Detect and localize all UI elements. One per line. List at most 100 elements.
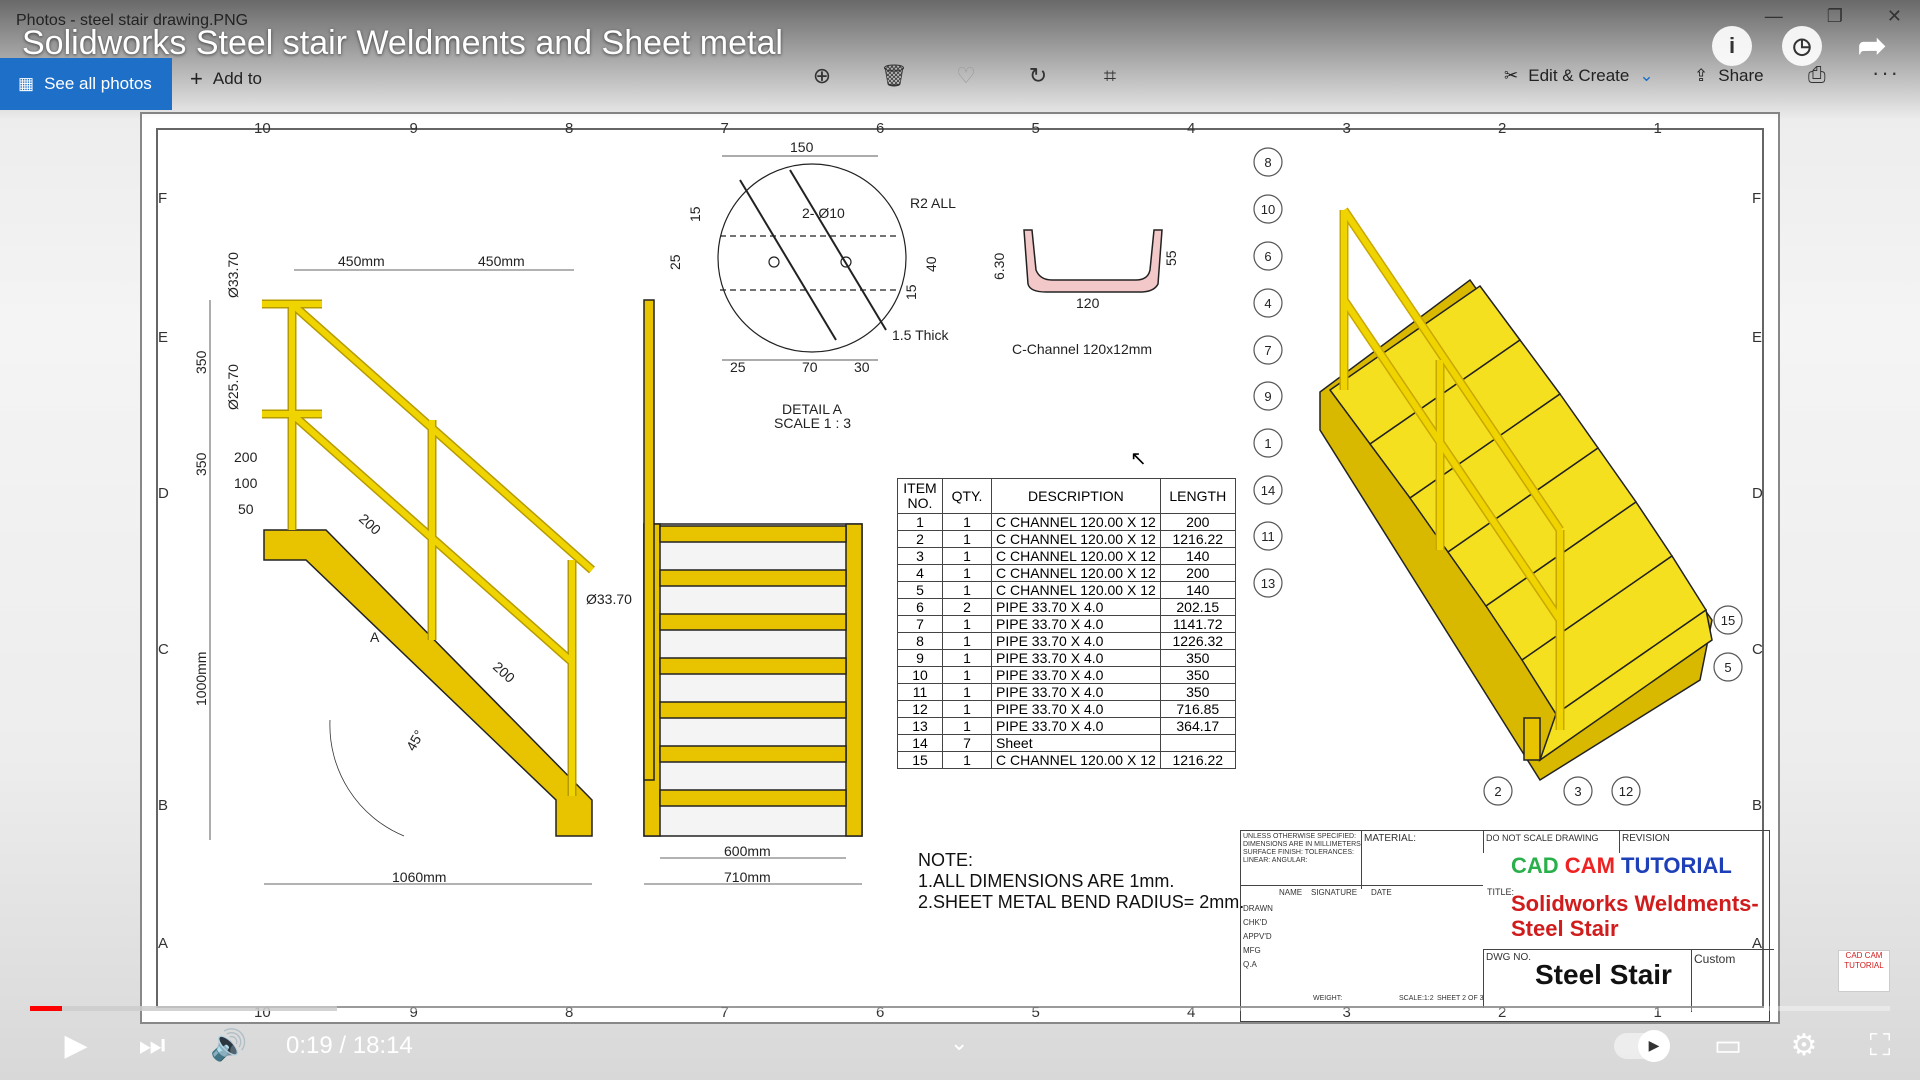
bom-row: 9 1 PIPE 33.70 X 4.0 350 [897, 649, 1236, 667]
bom-header-description: DESCRIPTION [991, 478, 1161, 514]
channel-dim-120: 120 [1076, 295, 1100, 311]
channel-dim-55: 55 [1163, 250, 1179, 266]
bom-cell-qty: 1 [942, 564, 992, 582]
dim-dia-1: Ø33.70 [225, 252, 241, 298]
side-elevation-view [209, 269, 595, 885]
bom-cell-qty: 1 [942, 530, 992, 548]
bom-cell-qty: 1 [942, 717, 992, 735]
next-icon[interactable]: ⏭ [134, 1029, 170, 1063]
zone-label-top: 6 [876, 120, 884, 137]
chevron-down-icon[interactable]: ⌄ [950, 1030, 968, 1056]
add-to-button[interactable]: + Add to [190, 66, 262, 92]
zone-label-top: 7 [721, 120, 729, 137]
more-options-icon[interactable]: ··· [1872, 60, 1900, 86]
bom-cell-description: C CHANNEL 120.00 X 12 [991, 530, 1161, 548]
exit-fullscreen-icon[interactable]: ⛶ [1862, 1029, 1898, 1063]
zone-label-side: B [158, 797, 168, 814]
tb-title-line-1: Solidworks Weldments- [1511, 891, 1759, 916]
bom-cell-qty: 1 [942, 547, 992, 565]
title-block: UNLESS OTHERWISE SPECIFIED: DIMENSIONS A… [1240, 830, 1774, 1022]
player-right-controls: ▶ ▭ ⚙ ⛶ [1614, 1028, 1898, 1063]
close-button[interactable]: ✕ [1887, 6, 1902, 27]
add-to-label: Add to [212, 69, 263, 88]
zone-label-side: F [158, 190, 167, 207]
channel-watermark-line-1: CAD CAM [1845, 951, 1883, 960]
dim-200: 200 [234, 449, 258, 465]
balloon-label: 11 [1261, 529, 1275, 544]
restore-button[interactable]: ❐ [1827, 6, 1843, 27]
bom-cell-item: 4 [897, 564, 943, 582]
settings-gear-icon[interactable]: ⚙ [1786, 1028, 1822, 1063]
player-left-controls: ▶ ⏭ 🔊 0:19 / 18:14 [58, 1028, 413, 1063]
balloon-label: 10 [1261, 202, 1275, 217]
bom-cell-description: PIPE 33.70 X 4.0 [991, 700, 1161, 718]
progress-buffered [30, 1006, 337, 1011]
drawing-notes: NOTE: 1.ALL DIMENSIONS ARE 1mm. 2.SHEET … [918, 850, 1244, 913]
bom-header-item: ITEM NO. [897, 478, 943, 514]
subtitles-icon[interactable]: ▭ [1710, 1028, 1746, 1063]
bom-cell-item: 9 [897, 649, 943, 667]
chevron-down-icon: ⌄ [1639, 66, 1654, 85]
bom-cell-qty: 1 [942, 581, 992, 599]
crop-icon[interactable]: ⌗ [1096, 62, 1124, 90]
bom-cell-item: 3 [897, 547, 943, 565]
balloon-label: 2 [1494, 784, 1501, 799]
bom-cell-item: 7 [897, 615, 943, 633]
front-view [643, 299, 863, 885]
play-icon[interactable]: ▶ [58, 1028, 94, 1063]
bom-cell-qty: 1 [942, 683, 992, 701]
channel-watermark-line-2: TUTORIAL [1844, 961, 1884, 970]
time-display: 0:19 / 18:14 [286, 1031, 413, 1059]
volume-icon[interactable]: 🔊 [210, 1028, 247, 1063]
info-icon[interactable]: i [1712, 26, 1752, 66]
bom-cell-item: 14 [897, 734, 943, 752]
zone-label-side: D [1752, 485, 1763, 502]
balloon-label: 7 [1264, 343, 1271, 358]
zone-label-side: C [158, 641, 169, 658]
detail-holes: 2- Ø10 [802, 205, 845, 221]
detail-dim-30: 30 [854, 359, 870, 375]
watch-later-icon[interactable]: ◷ [1782, 26, 1822, 66]
bom-cell-qty: 7 [942, 734, 992, 752]
delete-icon[interactable]: 🗑 [880, 62, 908, 90]
bom-row: 15 1 C CHANNEL 120.00 X 12 1216.22 [897, 751, 1236, 769]
rotate-icon[interactable]: ↻ [1024, 62, 1052, 90]
zone-label-side: D [158, 485, 169, 502]
note-heading: NOTE: [918, 850, 974, 870]
bom-cell-description: C CHANNEL 120.00 X 12 [991, 564, 1161, 582]
zone-label-top: 4 [1187, 120, 1195, 137]
bom-cell-length: 1216.22 [1159, 530, 1236, 548]
bom-cell-qty: 1 [942, 700, 992, 718]
bom-row: 41C CHANNEL 120.00 X 12 200 [897, 564, 1236, 582]
balloon-label: 13 [1261, 576, 1275, 591]
tb-title-label: TITLE: [1487, 887, 1515, 897]
see-all-photos-button[interactable]: ▦ See all photos [0, 58, 172, 110]
tb-col-signature: SIGNATURE [1311, 888, 1358, 897]
share-button[interactable]: ⇪ Share [1694, 66, 1764, 86]
bom-header-row: ITEM NO. QTY. DESCRIPTION LENGTH [897, 478, 1236, 514]
minimize-button[interactable]: — [1765, 6, 1783, 27]
isometric-view [1319, 207, 1713, 782]
dim-1000: 1000mm [193, 652, 209, 706]
detail-dim-70: 70 [802, 359, 818, 375]
dim-350-b: 350 [193, 452, 209, 476]
print-icon[interactable]: ⎙ [1808, 62, 1826, 88]
autoplay-toggle[interactable]: ▶ [1614, 1029, 1670, 1062]
channel-label: C-Channel 120x12mm [1012, 341, 1152, 357]
tb-revision: REVISION [1619, 831, 1774, 853]
tb-row-chkd: CHK'D [1243, 918, 1268, 927]
bom-cell-description: PIPE 33.70 X 4.0 [991, 632, 1161, 650]
bom-cell-item: 13 [897, 717, 943, 735]
video-top-actions: i ◷ ➦ [1712, 26, 1892, 66]
favorite-heart-icon[interactable]: ♡ [952, 62, 980, 90]
dim-50: 50 [238, 501, 254, 517]
bom-cell-item: 8 [897, 632, 943, 650]
zone-label-top: 5 [1032, 120, 1040, 137]
photos-icon: ▦ [18, 74, 35, 93]
zoom-in-icon[interactable]: ⊕ [808, 62, 836, 90]
bom-row: 6 2 PIPE 33.70 X 4.0 202.15 [897, 598, 1236, 616]
bom-row: 31C CHANNEL 120.00 X 12 140 [897, 547, 1236, 565]
zone-label-side: E [1752, 329, 1762, 346]
channel-watermark[interactable]: CAD CAM TUTORIAL [1838, 950, 1890, 992]
edit-create-button[interactable]: ✂ Edit & Create ⌄ [1504, 66, 1654, 86]
